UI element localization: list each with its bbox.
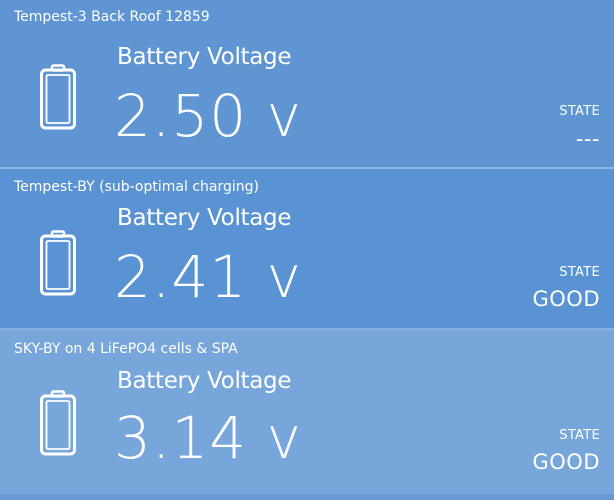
- tile-title: Tempest-BY (sub-optimal charging): [14, 179, 259, 195]
- voltage-value: 3.14 v: [114, 404, 302, 472]
- device-tile-tempest-3[interactable]: Tempest-3 Back Roof 12859 Battery Voltag…: [0, 0, 614, 167]
- voltage-value: 2.41 v: [114, 243, 302, 311]
- state-value: GOOD: [532, 287, 600, 311]
- dashboard: Tempest-3 Back Roof 12859 Battery Voltag…: [0, 0, 614, 500]
- device-tile-sky-by[interactable]: SKY-BY on 4 LiFePO4 cells & SPA Battery …: [0, 330, 614, 494]
- battery-icon: [40, 64, 76, 130]
- tile-divider: [0, 494, 614, 500]
- state-label: STATE: [559, 428, 600, 443]
- metric-label: Battery Voltage: [117, 368, 292, 394]
- voltage-value: 2.50 v: [114, 82, 302, 150]
- tile-title: Tempest-3 Back Roof 12859: [14, 9, 210, 25]
- state-label: STATE: [559, 104, 600, 119]
- state-label: STATE: [559, 265, 600, 280]
- metric-label: Battery Voltage: [117, 205, 292, 231]
- device-tile-tempest-by[interactable]: Tempest-BY (sub-optimal charging) Batter…: [0, 169, 614, 328]
- metric-label: Battery Voltage: [117, 44, 292, 70]
- state-value: ---: [575, 127, 600, 151]
- battery-icon: [40, 390, 76, 456]
- tile-title: SKY-BY on 4 LiFePO4 cells & SPA: [14, 341, 238, 357]
- battery-icon: [40, 230, 76, 296]
- state-value: GOOD: [532, 450, 600, 474]
